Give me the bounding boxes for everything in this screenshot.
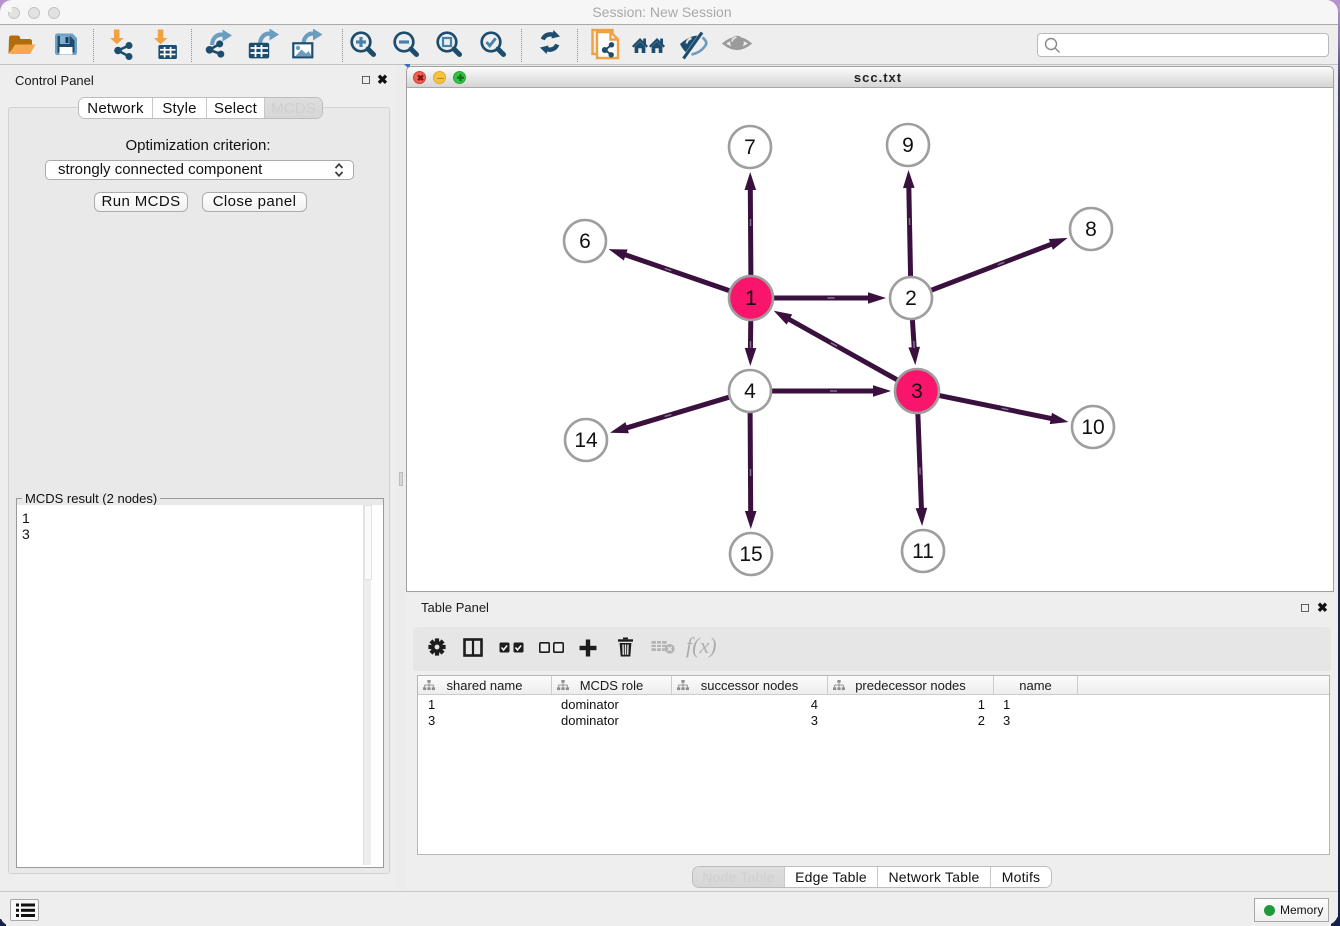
svg-text:2: 2 — [905, 287, 917, 310]
svg-text:10: 10 — [1081, 416, 1104, 439]
svg-text:8: 8 — [1085, 218, 1097, 241]
svg-text:11: 11 — [912, 540, 934, 563]
svg-text:15: 15 — [739, 543, 762, 566]
svg-text:4: 4 — [744, 380, 756, 403]
svg-text:9: 9 — [902, 134, 914, 157]
svg-text:14: 14 — [574, 429, 598, 452]
svg-text:7: 7 — [744, 136, 756, 159]
svg-text:3: 3 — [911, 380, 923, 403]
svg-text:1: 1 — [745, 287, 757, 310]
svg-text:6: 6 — [579, 230, 591, 253]
